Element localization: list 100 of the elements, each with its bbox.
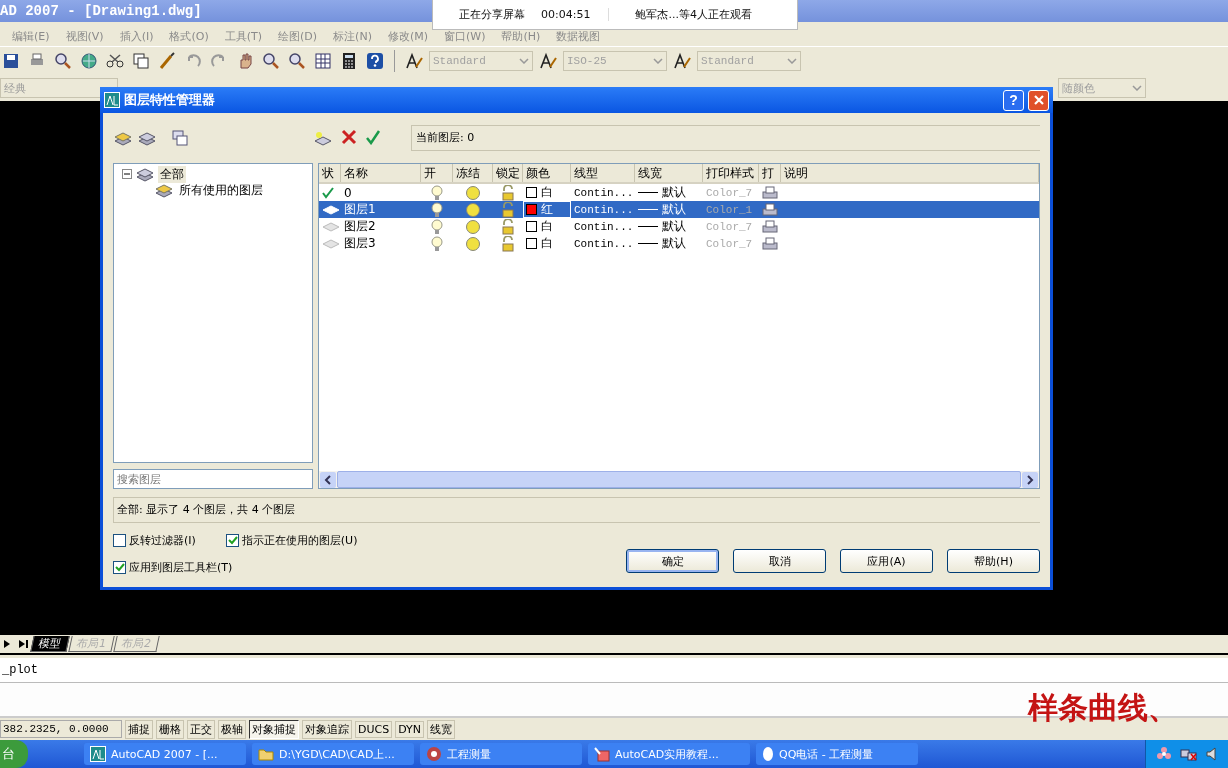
lightbulb-icon[interactable] <box>431 235 443 252</box>
open-lock-icon[interactable] <box>501 184 515 201</box>
layout-tab[interactable]: 模型 <box>30 636 70 652</box>
linetype[interactable]: Contin... <box>571 235 635 252</box>
printer-icon[interactable] <box>762 236 778 251</box>
status-toggle[interactable]: 捕捉 <box>125 719 153 739</box>
layer-name: 图层1 <box>343 201 377 218</box>
plot-style: Color_1 <box>705 202 754 218</box>
column-header[interactable]: 锁定 <box>493 164 523 182</box>
taskbar-button[interactable]: AutoCAD 2007 - [... <box>84 743 246 765</box>
printer-icon[interactable] <box>762 219 778 234</box>
layer-row[interactable]: 图层2 白 Contin... 默认 Color_7 <box>319 218 1039 235</box>
lineweight: 默认 <box>662 184 686 201</box>
tree-item[interactable]: 所有使用的图层 <box>177 181 265 199</box>
new-layer-icon[interactable] <box>313 129 333 147</box>
color-name: 红 <box>541 201 553 218</box>
layer-stack-icon <box>135 166 155 182</box>
sun-icon[interactable] <box>465 218 481 235</box>
dialog-button[interactable]: 确定 <box>626 549 719 573</box>
layer-states-icon[interactable] <box>171 129 189 147</box>
check-icon[interactable] <box>365 129 381 145</box>
color-swatch[interactable] <box>526 204 537 215</box>
collapse-icon[interactable] <box>122 169 132 179</box>
lineweight: 默认 <box>662 201 686 218</box>
scroll-right-button[interactable] <box>1022 471 1038 488</box>
color-swatch[interactable] <box>526 238 537 249</box>
open-lock-icon[interactable] <box>501 201 515 218</box>
column-header[interactable]: 线型 <box>571 164 635 182</box>
sun-icon[interactable] <box>465 235 481 252</box>
printer-icon[interactable] <box>762 202 778 217</box>
start-button[interactable]: 台 <box>0 740 28 768</box>
column-header[interactable]: 打 <box>759 164 781 182</box>
checkbox[interactable] <box>113 534 126 547</box>
layer-row[interactable]: 图层3 白 Contin... 默认 Color_7 <box>319 235 1039 252</box>
help-button[interactable]: ? <box>1003 89 1024 111</box>
column-header[interactable]: 开 <box>421 164 453 182</box>
sun-icon[interactable] <box>465 184 481 201</box>
plot-style: Color_7 <box>705 236 754 252</box>
taskbar-button[interactable]: QQ电话 - 工程测量 <box>756 743 918 765</box>
taskbar-button[interactable]: 工程测量 <box>420 743 582 765</box>
checkbox-label: 应用到图层工具栏(T) <box>129 560 233 575</box>
linetype[interactable]: Contin... <box>571 184 635 201</box>
color-swatch[interactable] <box>526 221 537 232</box>
status-toggle[interactable]: DYN <box>395 720 424 738</box>
scroll-left-button[interactable] <box>320 471 336 488</box>
lightbulb-icon[interactable] <box>431 218 443 235</box>
sun-icon[interactable] <box>465 201 481 218</box>
app-icon <box>104 92 120 108</box>
column-header[interactable]: 线宽 <box>635 164 703 182</box>
dialog-button[interactable]: 帮助(H) <box>947 549 1040 573</box>
linetype[interactable]: Contin... <box>571 201 635 218</box>
status-toggle[interactable]: 对象捕捉 <box>249 719 299 739</box>
dialog-title: 图层特性管理器 <box>124 91 215 109</box>
scrollbar-thumb[interactable] <box>337 471 1021 488</box>
status-toggle[interactable]: DUCS <box>355 720 393 738</box>
network-icon <box>1180 746 1198 762</box>
app-icon <box>90 746 106 762</box>
document-icon <box>594 746 610 762</box>
column-header[interactable]: 状 <box>319 164 341 182</box>
line-sample <box>638 192 658 193</box>
tree-item[interactable]: 全部 <box>158 165 186 183</box>
taskbar-button[interactable]: AutoCAD实用教程... <box>588 743 750 765</box>
printer-icon[interactable] <box>762 185 778 200</box>
layer-row[interactable]: 0 白 Contin... 默认 Color_7 <box>319 184 1039 201</box>
flower-icon <box>1156 746 1172 762</box>
search-field[interactable]: 搜索图层 <box>113 469 313 489</box>
summary-text: 全部: 显示了 4 个图层，共 4 个图层 <box>113 497 1040 523</box>
close-button[interactable] <box>1028 89 1049 111</box>
open-lock-icon[interactable] <box>501 218 515 235</box>
column-header[interactable]: 冻结 <box>453 164 493 182</box>
checkbox[interactable] <box>225 534 239 547</box>
caret-icon <box>653 58 663 64</box>
status-toggle[interactable]: 正交 <box>187 719 215 739</box>
skip-end-icon[interactable] <box>16 638 30 650</box>
pages-icon[interactable] <box>130 50 152 72</box>
viewer-count: 鲍军杰...等4人正在观看 <box>635 7 752 22</box>
open-lock-icon[interactable] <box>501 235 515 252</box>
linetype[interactable]: Contin... <box>571 218 635 235</box>
column-header[interactable]: 打印样式 <box>703 164 759 182</box>
checkbox[interactable] <box>113 561 126 574</box>
globe-icon[interactable] <box>78 50 100 72</box>
color-swatch[interactable] <box>526 187 537 198</box>
status-toggle[interactable]: 极轴 <box>218 719 246 739</box>
lightbulb-icon[interactable] <box>431 201 443 218</box>
column-header[interactable]: 颜色 <box>523 164 571 182</box>
delete-icon[interactable] <box>341 129 357 145</box>
color-name: 白 <box>541 235 553 252</box>
grid-icon[interactable] <box>312 50 334 72</box>
status-toggle[interactable]: 栅格 <box>156 719 184 739</box>
caret-icon <box>519 58 529 64</box>
column-header[interactable]: 说明 <box>781 164 1039 182</box>
dialog-button[interactable]: 取消 <box>733 549 826 573</box>
status-toggle[interactable]: 对象追踪 <box>302 719 352 739</box>
taskbar-button[interactable]: D:\YGD\CAD\CAD上... <box>252 743 414 765</box>
layer-row[interactable]: 图层1 红 Contin... 默认 Color_1 <box>319 201 1039 218</box>
column-header[interactable]: 名称 <box>341 164 421 182</box>
lightbulb-icon[interactable] <box>431 184 443 201</box>
status-toggle[interactable]: 线宽 <box>427 719 455 739</box>
help-icon[interactable] <box>364 50 386 72</box>
dialog-button[interactable]: 应用(A) <box>840 549 933 573</box>
